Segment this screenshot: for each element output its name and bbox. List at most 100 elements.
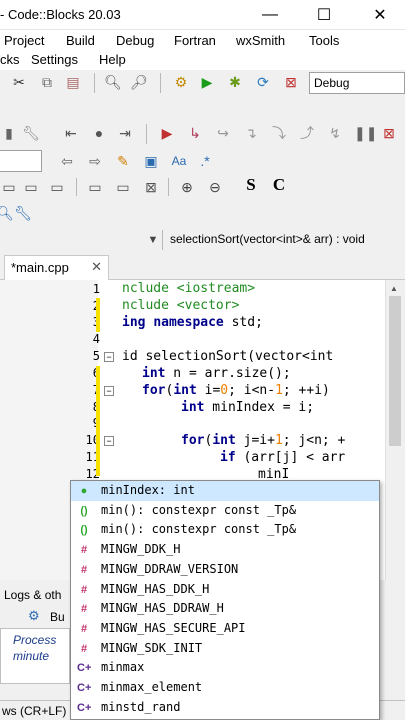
menu-settings[interactable]: Settings: [31, 52, 78, 67]
fold-icon[interactable]: −: [104, 352, 114, 362]
block-icon[interactable]: ▭: [22, 178, 40, 196]
rect-icon[interactable]: ▭: [86, 178, 104, 196]
scope-select[interactable]: [0, 150, 42, 172]
autocomplete-item[interactable]: C+ minmax_element: [71, 678, 379, 698]
find-icon[interactable]: 🔍︎: [104, 73, 122, 91]
autocomplete-item[interactable]: C+ minmax: [71, 658, 379, 678]
editor-scrollbar[interactable]: ▲: [385, 280, 405, 580]
scroll-up-icon[interactable]: ▲: [390, 284, 398, 293]
completion-text: MINGW_HAS_DDK_H: [101, 581, 210, 596]
jump-back-icon[interactable]: ⇤: [62, 124, 80, 142]
build-target-select[interactable]: Debug: [309, 72, 405, 94]
forward-arrow-icon[interactable]: ⇨: [86, 152, 104, 170]
next-instruction-icon[interactable]: ↴: [242, 124, 260, 142]
menu-help[interactable]: Help: [99, 52, 126, 67]
autocomplete-popup[interactable]: ● minIndex: int () min(): constexpr const _…: [70, 480, 380, 720]
completion-text: MINGW_HAS_SECURE_API: [101, 620, 246, 635]
menu-project[interactable]: Project: [4, 33, 44, 48]
pause-icon[interactable]: ❚❚: [354, 124, 377, 142]
autocomplete-item[interactable]: C+ minstd_rand: [71, 698, 379, 718]
zoom-out-icon[interactable]: ⊖: [206, 178, 224, 196]
completion-kind-icon: #: [80, 603, 88, 616]
replace-icon[interactable]: 🔎︎: [130, 73, 148, 91]
run-icon[interactable]: ▶: [198, 73, 216, 91]
line-number: 9: [40, 416, 100, 430]
build-run-icon[interactable]: ✱: [226, 73, 244, 91]
completion-text: minIndex: int: [101, 483, 195, 497]
block-icon[interactable]: ▭: [0, 178, 18, 196]
logs-tab[interactable]: Logs & oth: [4, 588, 61, 602]
autocomplete-item[interactable]: () min(): constexpr const _Tp&: [71, 520, 379, 540]
bold-c-icon[interactable]: C: [270, 176, 288, 194]
step-out-icon[interactable]: ⤴: [298, 124, 316, 142]
copy-icon[interactable]: ⧉: [38, 73, 56, 91]
toolbar-separator: [160, 73, 161, 93]
menu-tools-partial[interactable]: cks: [0, 52, 20, 67]
bold-s-icon[interactable]: S: [242, 176, 260, 194]
back-arrow-icon[interactable]: ⇦: [58, 152, 76, 170]
jump-forward-icon[interactable]: ⇥: [116, 124, 134, 142]
rebuild-icon[interactable]: ⟳: [254, 73, 272, 91]
build-gear-icon[interactable]: ⚙: [172, 73, 190, 91]
autocomplete-item[interactable]: # MINGW_DDK_H: [71, 540, 379, 560]
nav-icon[interactable]: ▮: [0, 124, 18, 142]
highlight-pen-icon[interactable]: ✎: [114, 152, 132, 170]
menu-tools[interactable]: Tools: [309, 33, 339, 48]
maximize-button[interactable]: ☐: [304, 0, 344, 30]
completion-kind-icon: #: [80, 583, 88, 596]
build-log-tab[interactable]: Bu: [50, 610, 65, 624]
bookmark-dot-icon[interactable]: ●: [90, 124, 108, 142]
fold-icon[interactable]: −: [104, 386, 114, 396]
completion-text: MINGW_DDRAW_VERSION: [101, 561, 239, 576]
autocomplete-item[interactable]: ● minIndex: int: [71, 481, 379, 501]
paste-icon[interactable]: ▤: [64, 73, 82, 91]
completion-text: minmax_element: [101, 680, 203, 694]
title-bar: - Code::Blocks 20.03 — ☐ ✕: [0, 0, 405, 30]
rect-x-icon[interactable]: ⊠: [142, 178, 160, 196]
window-title: - Code::Blocks 20.03: [0, 7, 121, 22]
step-instruction-icon[interactable]: ↯: [326, 124, 344, 142]
step-into-icon[interactable]: ⤵: [270, 124, 288, 142]
debug-run-icon[interactable]: ▶: [158, 124, 176, 142]
main-toolbar: ✂ ⧉ ▤ 🔍︎ 🔎︎ ⚙ ▶ ✱ ⟳ ⊠ Debug: [0, 70, 405, 96]
regex-icon[interactable]: .*: [196, 152, 214, 170]
cut-icon[interactable]: ✂: [10, 73, 28, 91]
autocomplete-item[interactable]: # MINGW_SDK_INIT: [71, 639, 379, 659]
fold-icon[interactable]: −: [104, 436, 114, 446]
autocomplete-item[interactable]: # MINGW_HAS_DDRAW_H: [71, 599, 379, 619]
autocomplete-item[interactable]: # MINGW_HAS_SECURE_API: [71, 619, 379, 639]
zoom-in-icon[interactable]: ⊕: [178, 178, 196, 196]
autocomplete-item[interactable]: # MINGW_HAS_DDK_H: [71, 580, 379, 600]
next-line-icon[interactable]: ↪: [214, 124, 232, 142]
case-sensitive-icon[interactable]: Aa: [170, 152, 188, 170]
minimize-button[interactable]: —: [250, 0, 290, 30]
menu-wxsmith[interactable]: wxSmith: [236, 33, 285, 48]
toolbar-separator: [146, 124, 147, 144]
completion-kind-icon: C+: [77, 701, 92, 714]
menu-debug[interactable]: Debug: [116, 33, 154, 48]
match-case-icon[interactable]: ▣: [142, 152, 160, 170]
code-line: int minIndex = i;: [181, 400, 315, 415]
autocomplete-item[interactable]: # MINGW_DDRAW_VERSION: [71, 560, 379, 580]
function-select[interactable]: selectionSort(vector<int>& arr) : void: [166, 229, 405, 251]
change-marker: [96, 366, 100, 476]
tool-icon[interactable]: 🔍︎: [0, 204, 14, 222]
completion-kind-icon: #: [80, 544, 88, 557]
tab-main-cpp[interactable]: *main.cpp ✕: [4, 255, 109, 280]
toolbar-separator: [94, 73, 95, 93]
wrench-icon[interactable]: 🔧︎: [22, 124, 40, 142]
abort-icon[interactable]: ⊠: [282, 73, 300, 91]
run-to-cursor-icon[interactable]: ↳: [186, 124, 204, 142]
stop-debug-icon[interactable]: ⊠: [380, 124, 398, 142]
block-icon[interactable]: ▭: [48, 178, 66, 196]
rect-icon[interactable]: ▭: [114, 178, 132, 196]
menu-build[interactable]: Build: [66, 33, 95, 48]
close-tab-icon[interactable]: ✕: [91, 259, 102, 275]
autocomplete-item[interactable]: () min(): constexpr const _Tp&: [71, 501, 379, 521]
logs-panel: Logs & oth ⚙ Bu Process minute: [0, 580, 70, 700]
close-window-button[interactable]: ✕: [360, 0, 400, 30]
tool-settings-icon[interactable]: 🔧︎: [14, 204, 32, 222]
menu-fortran[interactable]: Fortran: [174, 33, 216, 48]
scroll-thumb[interactable]: [389, 296, 401, 446]
chevron-down-icon[interactable]: ▼: [144, 231, 162, 249]
